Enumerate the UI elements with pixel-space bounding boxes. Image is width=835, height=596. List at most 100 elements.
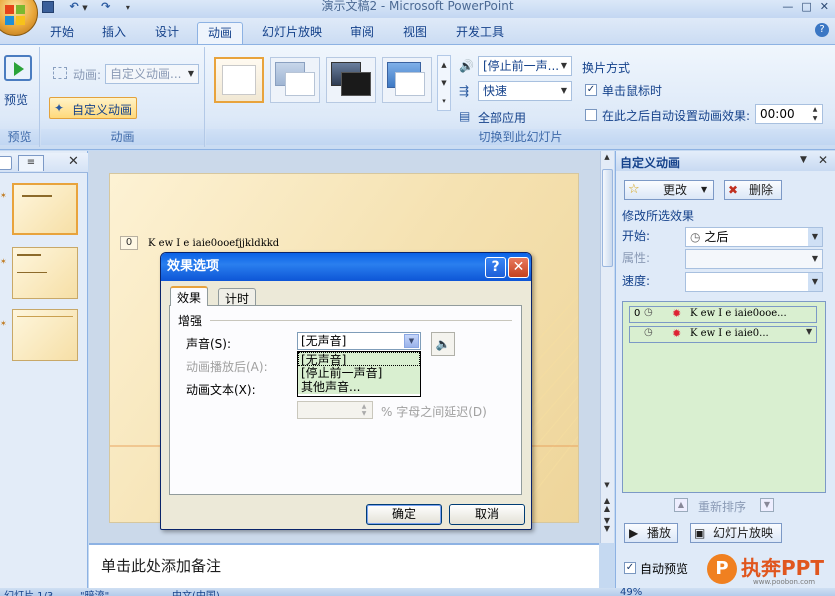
slides-tab-icon[interactable] [0,156,12,170]
animation-order-marker[interactable]: 0 [120,236,138,250]
next-slide-icon[interactable]: ▼ ▼ [601,517,613,533]
transition-sound-value: [停止前一声... [483,59,560,73]
slide-thumbnail-1[interactable] [12,183,78,235]
tab-review[interactable]: 审阅 [340,22,384,44]
tab-animations[interactable]: 动画 [197,22,244,44]
sound-option-stop-previous[interactable]: [停止前一声音] [298,366,420,380]
slideshow-button[interactable]: ▣ 幻灯片放映 [690,523,782,543]
previous-slide-icon[interactable]: ▲ ▲ [601,497,613,513]
property-dropdown[interactable]: ▼ [685,249,823,269]
slide-2-anim-icon: ✶ [0,257,7,266]
slides-panel: ≡ ✕ ✶ ✶ ✶ [0,151,88,588]
transition-speed-dropdown[interactable]: 快速 ▼ [478,81,572,101]
pane-menu-icon[interactable]: ▼ [800,155,807,165]
dialog-title: 效果选项 [167,259,220,274]
ok-button[interactable]: 确定 [366,504,442,525]
task-pane-header: 自定义动画 ▼ ✕ [616,151,835,171]
preview-icon[interactable] [4,55,32,81]
maximize-icon[interactable]: □ [801,0,811,13]
watermark: P 执奔PPT www.poobon.com [705,550,833,588]
sound-option-none[interactable]: [无声音] [298,352,420,367]
scroll-up-icon[interactable]: ▲ [601,153,613,165]
help-icon[interactable]: ? [815,23,829,37]
animation-dropdown[interactable]: 自定义动画... ▼ [105,64,199,84]
remove-effect-button[interactable]: ✖ 删除 [724,180,782,200]
dialog-title-bar: 效果选项 [161,253,531,281]
dialog-close-button[interactable]: ✕ [508,257,529,278]
speed-dropdown[interactable]: ▼ [685,272,823,292]
chevron-down-icon[interactable]: ▼ [806,327,812,336]
close-pane-icon[interactable]: ✕ [818,153,828,167]
cancel-button[interactable]: 取消 [449,504,525,525]
slide-1-anim-icon: ✶ [0,191,7,200]
slide-info: 幻灯片 1/3 [4,588,53,596]
office-logo-icon [5,5,25,25]
effect-star-icon: ✹ [672,327,682,340]
preview-button-label[interactable]: 预览 [4,91,28,108]
transition-fade-thumb[interactable] [270,57,320,103]
notes-pane[interactable]: 单击此处添加备注 [89,543,599,588]
tab-developer[interactable]: 开发工具 [446,22,514,44]
undo-icon[interactable]: ↶ [70,0,79,13]
auto-after-time-input[interactable]: 00:00 ▲ ▼ [755,104,823,124]
on-click-label: 单击鼠标时 [602,84,663,98]
animation-list-item-2[interactable]: ◷ ✹ K ew I e iaie0... ▼ [629,326,817,343]
auto-after-checkbox[interactable] [585,109,597,121]
chevron-down-icon: ▼ [811,254,819,263]
gallery-up-icon[interactable]: ▲ [438,56,450,74]
scroll-down-icon[interactable]: ▼ [601,481,613,489]
animation-item-text: K ew I e iaie0ooe... [690,308,787,319]
transition-cut-thumb[interactable] [382,57,432,103]
minimize-icon[interactable]: — [782,0,793,13]
delay-percent-input[interactable]: ▲ ▼ [297,401,373,419]
advance-slide-title: 换片方式 [582,61,631,75]
transition-speed-icon: ⇶ [459,84,470,98]
slide-vertical-scrollbar[interactable]: ▲ ▼ ▲ ▲ ▼ ▼ [600,151,614,543]
play-button[interactable]: ▶ 播放 [624,523,678,543]
sound-select[interactable]: [无声音] ▼ [297,332,421,350]
tab-design[interactable]: 设计 [145,22,189,44]
slide-text[interactable]: K ew I e iaie0ooefjjkldkkd [148,238,279,249]
dialog-tab-body: 增强 声音(S): [无声音] ▼ 🔈 动画播放后(A): 动画文本(X): ▲… [169,305,522,495]
on-click-checkbox[interactable]: ✓ [585,84,597,96]
apply-all-button[interactable]: 全部应用 [478,109,526,126]
outline-tab-icon[interactable]: ≡ [18,155,44,171]
gallery-scroll[interactable]: ▲ ▼ ▾ [437,55,451,111]
reorder-up-icon[interactable]: ▲ [674,498,688,512]
ribbon: 预览 预览 动画: 自定义动画... ▼ ✦ 自定义动画 动画 ▲ ▼ ▾ 🔊 … [0,44,835,150]
slide-thumbnail-3[interactable] [12,309,78,361]
sound-option-other[interactable]: 其他声音... [298,380,420,394]
start-dropdown[interactable]: ◷ 之后 ▼ [685,227,823,247]
tab-insert[interactable]: 插入 [92,22,136,44]
redo-icon[interactable]: ↷ [101,0,110,13]
tab-view[interactable]: 视图 [393,22,437,44]
gallery-more-icon[interactable]: ▾ [438,92,450,110]
spinner-icon[interactable]: ▲ ▼ [808,105,822,123]
save-icon[interactable] [42,1,54,13]
change-effect-button[interactable]: ☆ 更改 ▼ [624,180,714,200]
reorder-down-icon[interactable]: ▼ [760,498,774,512]
scroll-thumb[interactable] [602,169,613,267]
spinner-icon: ▲ ▼ [361,403,367,417]
tab-effect[interactable]: 效果 [170,286,209,306]
undo-dropdown-icon[interactable]: ▼ [82,4,87,12]
close-window-icon[interactable]: ✕ [820,0,829,13]
customize-qat-icon[interactable]: ▾ [126,3,130,12]
watermark-brand: 执奔PPT [741,556,824,580]
tab-home[interactable]: 开始 [40,22,84,44]
dialog-help-button[interactable]: ? [485,257,506,278]
transition-fade-black-thumb[interactable] [326,57,376,103]
animation-list-item-1[interactable]: 0 ◷ ✹ K ew I e iaie0ooe... [629,306,817,323]
remove-effect-label: 删除 [749,183,774,197]
slide-thumbnail-2[interactable] [12,247,78,299]
star-icon: ☆ [628,182,640,197]
clock-icon: ◷ [644,327,653,338]
custom-animation-button[interactable]: ✦ 自定义动画 [49,97,137,119]
gallery-down-icon[interactable]: ▼ [438,74,450,92]
close-panel-icon[interactable]: ✕ [68,154,79,169]
transition-sound-dropdown[interactable]: [停止前一声... ▼ [478,56,572,76]
transition-none-thumb[interactable] [214,57,264,103]
auto-preview-checkbox[interactable]: ✓ [624,562,636,574]
sound-volume-icon[interactable]: 🔈 [431,332,455,356]
tab-slideshow[interactable]: 幻灯片放映 [252,22,332,44]
